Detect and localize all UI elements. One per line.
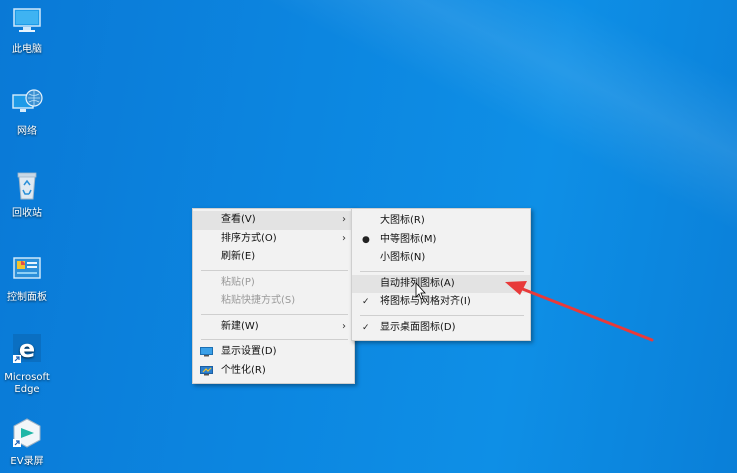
annotation-layer (415, 281, 654, 342)
red-arrow-annotation (505, 281, 654, 342)
mouse-cursor-icon (415, 281, 426, 300)
desktop[interactable]: 此电脑 网络 回收站 控制面板 e Microsoft Edge EV录屏 查看… (0, 0, 737, 473)
